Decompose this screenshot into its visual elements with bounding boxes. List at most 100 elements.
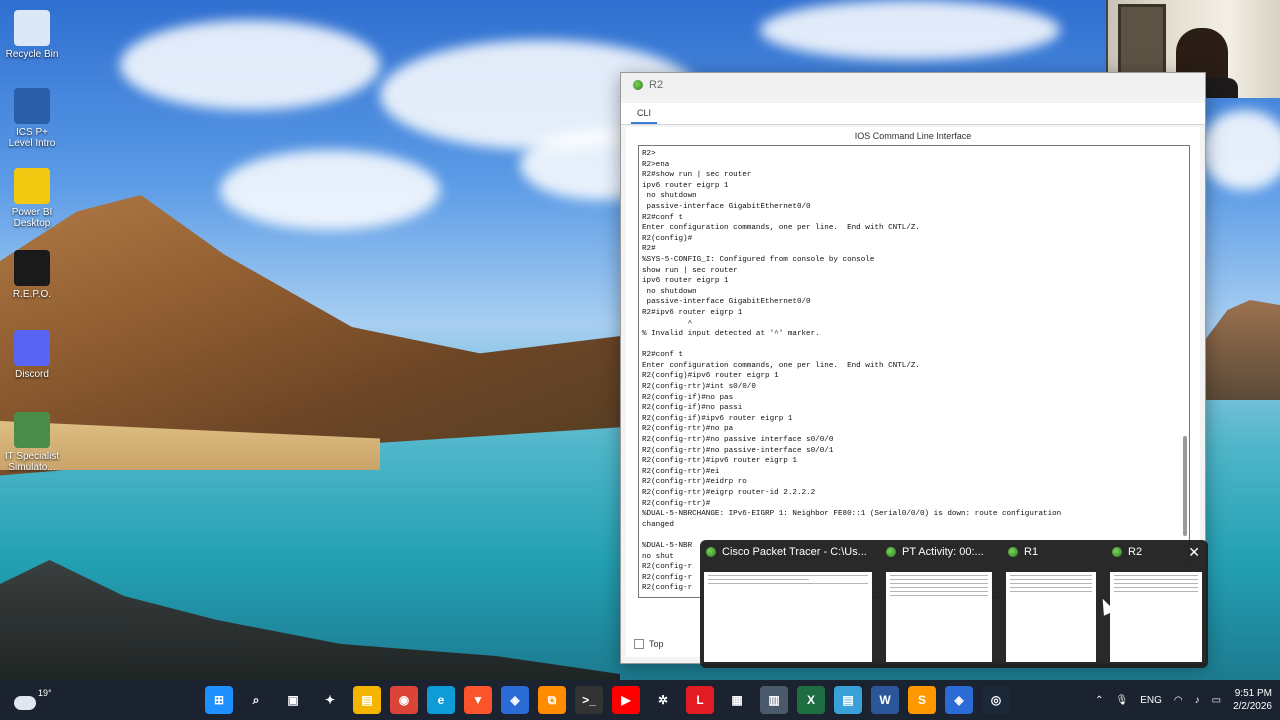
battery-icon[interactable]: ▭ (1212, 695, 1221, 706)
microphone-icon[interactable]: 🎙 (1116, 695, 1129, 706)
cli-line: R2(config-if)#ipv6 router eigrp 1 (642, 414, 793, 423)
steam-icon[interactable]: ◎ (982, 686, 1010, 714)
thumbnail-preview (886, 572, 992, 662)
cli-line (642, 340, 1189, 351)
top-checkbox-label: Top (649, 639, 664, 649)
thumbnail-title: R1 (1024, 546, 1039, 558)
window-titlebar[interactable]: R2 (621, 73, 1205, 97)
cliff (0, 195, 640, 476)
windows-start-icon[interactable]: ⊞ (205, 686, 233, 714)
sublime-icon[interactable]: S (908, 686, 936, 714)
cli-line: R2(config-rtr)#no pa (642, 425, 734, 434)
cli-line: %DUAL-5-NBRCHANGE: IPv6-EIGRP 1: Neighbo… (642, 510, 1062, 519)
clock-time: 9:51 PM (1234, 688, 1272, 699)
cli-line: ipv6 router eigrp 1 (642, 181, 729, 190)
thumbnail-r2[interactable]: R2 ✕ (1106, 540, 1208, 668)
weather-temp: 19° (38, 688, 52, 698)
chevron-up-icon[interactable]: ⌃ (1095, 695, 1103, 706)
system-tray: ⌃ 🎙 ENG ◠ ♪ ▭ 9:51 PM 2/2/2026 (1095, 680, 1272, 720)
cli-line: R2(config-rtr)#eigrp router-id 2.2.2.2 (642, 489, 816, 497)
packet-tracer-icon (1112, 547, 1122, 557)
top-checkbox[interactable] (634, 639, 644, 649)
window-title: R2 (649, 79, 664, 91)
packet-tracer-icon[interactable]: ◈ (501, 686, 529, 714)
cli-line: ^ (642, 319, 693, 328)
store-icon[interactable]: ▦ (723, 686, 751, 714)
lumion-icon[interactable]: L (686, 686, 714, 714)
packet-tracer-icon (706, 547, 716, 557)
desktop-icon-label: Power BI Desktop (11, 207, 53, 229)
chatgpt-icon[interactable]: ✲ (649, 686, 677, 714)
network-icon (14, 412, 50, 448)
cli-line: Enter configuration commands, one per li… (642, 361, 920, 370)
thumbnail-title: PT Activity: 00:... (902, 546, 984, 558)
cli-line: R2(config-rtr)#no passive interface s0/0… (642, 436, 834, 445)
cli-line: R2(config-rtr)#no passive-interface s0/0… (642, 446, 834, 455)
desktop-icon[interactable]: ICS P+ Level Intro (4, 88, 60, 149)
desktop-icon[interactable]: Power BI Desktop (4, 168, 60, 229)
repo-icon (14, 250, 50, 286)
cli-line: passive-interface GigabitEthernet0/0 (642, 202, 811, 211)
brave-icon[interactable]: ▼ (464, 686, 492, 714)
desktop-icon[interactable]: Recycle Bin (4, 10, 60, 60)
word-icon[interactable]: W (871, 686, 899, 714)
volume-icon[interactable]: ♪ (1195, 695, 1200, 706)
cli-line: Enter configuration commands, one per li… (642, 224, 920, 233)
taskbar-thumbnail-popup: Cisco Packet Tracer - C:\Us... PT Activi… (700, 540, 1208, 668)
language-indicator[interactable]: ENG (1140, 695, 1162, 706)
packet-tracer-icon (633, 80, 643, 90)
thumbnail-pt-activity[interactable]: PT Activity: 00:... (880, 540, 1000, 668)
rocks (0, 560, 620, 680)
notepad-icon[interactable]: ▤ (834, 686, 862, 714)
cli-line: no shutdown (642, 192, 697, 201)
scrollbar[interactable] (1183, 436, 1187, 536)
cloud (760, 0, 1060, 60)
cli-line: %SYS-5-CONFIG_I: Configured from console… (642, 255, 875, 264)
clock[interactable]: 9:51 PM 2/2/2026 (1233, 687, 1272, 713)
weather-widget[interactable]: 19° (14, 688, 52, 710)
file-explorer-icon[interactable]: ▤ (353, 686, 381, 714)
island (1205, 300, 1280, 400)
cli-terminal[interactable]: R2> R2>ena R2#show run | sec router ipv6 ro… (638, 145, 1190, 598)
cli-line: R2(config)# (642, 234, 693, 243)
cli-line: R2(config)#ipv6 router eigrp 1 (642, 372, 779, 381)
thumbnail-preview (1006, 572, 1096, 662)
packet-tracer-icon (1008, 547, 1018, 557)
cloud (220, 150, 440, 230)
wifi-icon[interactable]: ◠ (1174, 695, 1183, 706)
terminal-icon[interactable]: >_ (575, 686, 603, 714)
cloud (120, 20, 380, 110)
clock-date: 2/2/2026 (1233, 701, 1272, 712)
cli-line: R2> (642, 150, 656, 158)
desktop-icon[interactable]: Discord (4, 330, 60, 380)
thumbnail-preview (704, 572, 872, 662)
thumbnail-r1[interactable]: R1 (1002, 540, 1104, 668)
chrome-icon[interactable]: ◉ (390, 686, 418, 714)
close-icon[interactable]: ✕ (1188, 544, 1200, 561)
power-bi-icon (14, 168, 50, 204)
thumbnail-title: R2 (1128, 546, 1143, 558)
excel-icon[interactable]: X (797, 686, 825, 714)
panel-title: IOS Command Line Interface (854, 131, 972, 141)
tab-cli[interactable]: CLI (631, 106, 658, 124)
app-orange-icon[interactable]: ⧉ (538, 686, 566, 714)
thumbnail-packet-tracer[interactable]: Cisco Packet Tracer - C:\Us... (700, 540, 880, 668)
packet-tracer-running-icon[interactable]: ◈ (945, 686, 973, 714)
cli-line: R2(config-rtr)#eidrp ro (642, 478, 747, 487)
cli-line: no shutdown (642, 287, 697, 296)
discord-icon (14, 330, 50, 366)
search-icon[interactable]: ⌕ (242, 686, 270, 714)
cli-line: R2#show run | sec router (642, 171, 752, 180)
edge-icon[interactable]: e (427, 686, 455, 714)
desktop-icon[interactable]: R.E.P.O. (4, 250, 60, 300)
desktop-icon[interactable]: IT Specialist Simulato... (4, 412, 60, 473)
thumbnail-title: Cisco Packet Tracer - C:\Us... (722, 546, 867, 558)
cli-line: R2# (642, 245, 656, 254)
packet-tracer-icon (886, 547, 896, 557)
copilot-icon[interactable]: ✦ (316, 686, 344, 714)
calculator-icon[interactable]: ▥ (760, 686, 788, 714)
cli-line: R2#ipv6 router eigrp 1 (642, 308, 743, 317)
youtube-icon[interactable]: ▶ (612, 686, 640, 714)
cli-output: R2> R2>ena R2#show run | sec router ipv6 ro… (639, 146, 1189, 594)
task-view-icon[interactable]: ▣ (279, 686, 307, 714)
